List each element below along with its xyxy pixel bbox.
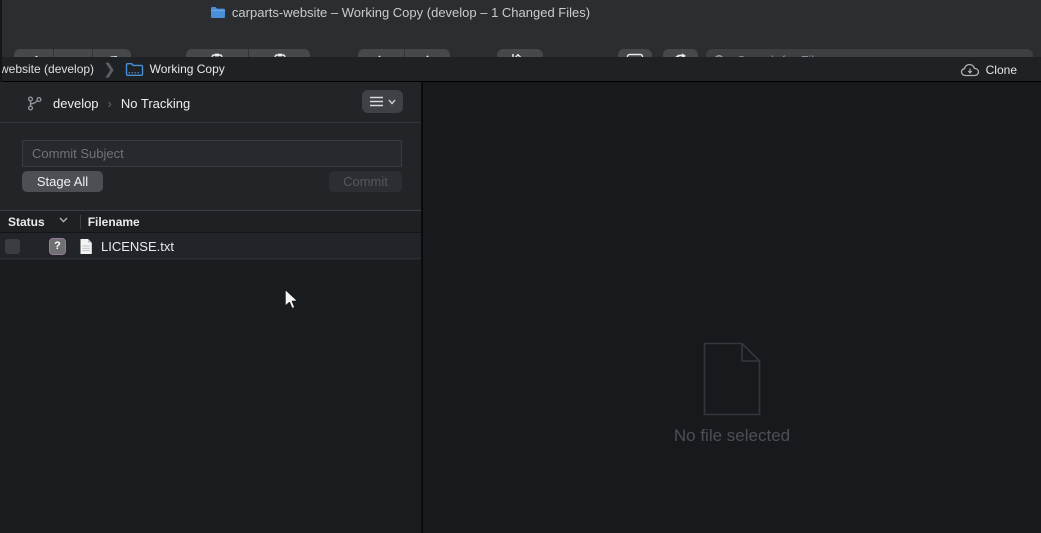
no-file-selected-message: No file selected xyxy=(674,426,790,446)
header-divider xyxy=(0,122,421,123)
stage-all-button[interactable]: Stage All xyxy=(22,171,103,192)
breadcrumb-bar: website (develop) ❯ Working Copy Clone xyxy=(0,57,1041,82)
window-left-edge xyxy=(0,0,2,82)
list-view-icon xyxy=(369,96,384,107)
clone-label: Clone xyxy=(986,63,1017,77)
cloud-download-icon xyxy=(960,63,980,77)
chevron-down-icon xyxy=(388,99,396,105)
changes-panel: develop › No Tracking Stage All Commit S… xyxy=(0,82,421,533)
file-row[interactable]: ? LICENSE.txt xyxy=(0,234,421,259)
filename-column-header[interactable]: Filename xyxy=(88,215,140,229)
branch-chevron-icon: › xyxy=(108,96,112,111)
file-list-empty-area xyxy=(0,260,421,533)
breadcrumb-location[interactable]: Working Copy xyxy=(150,62,225,76)
untracked-status-badge: ? xyxy=(49,238,66,255)
column-divider[interactable] xyxy=(80,215,81,229)
sort-chevron-icon[interactable] xyxy=(59,217,68,223)
commit-subject-input[interactable] xyxy=(22,140,402,167)
working-copy-folder-icon xyxy=(125,62,144,77)
title-bar: carparts-website – Working Copy (develop… xyxy=(0,0,1041,24)
clone-button[interactable]: Clone xyxy=(960,57,1017,82)
app-window: carparts-website – Working Copy (develop… xyxy=(0,0,1041,533)
folder-icon xyxy=(210,6,226,19)
empty-state: No file selected xyxy=(423,82,1041,533)
stage-checkbox[interactable] xyxy=(5,239,20,254)
view-options-button[interactable] xyxy=(362,90,403,113)
toolbar xyxy=(0,24,1041,57)
git-branch-icon xyxy=(26,95,43,112)
document-icon xyxy=(79,238,93,255)
breadcrumb-repo[interactable]: website (develop) xyxy=(0,62,94,76)
window-title-container: carparts-website – Working Copy (develop… xyxy=(0,0,800,24)
branch-header: develop › No Tracking xyxy=(0,84,421,122)
commit-button[interactable]: Commit xyxy=(329,171,402,192)
window-title: carparts-website – Working Copy (develop… xyxy=(232,5,590,20)
tracking-status[interactable]: No Tracking xyxy=(121,96,190,111)
file-table-header: Status Filename xyxy=(0,210,421,233)
status-column-header[interactable]: Status xyxy=(8,215,45,229)
file-name: LICENSE.txt xyxy=(101,239,174,254)
detail-panel: No file selected xyxy=(423,82,1041,533)
current-branch[interactable]: develop xyxy=(53,96,99,111)
empty-document-icon xyxy=(703,342,761,416)
breadcrumb-chevron-icon: ❯ xyxy=(103,60,116,78)
